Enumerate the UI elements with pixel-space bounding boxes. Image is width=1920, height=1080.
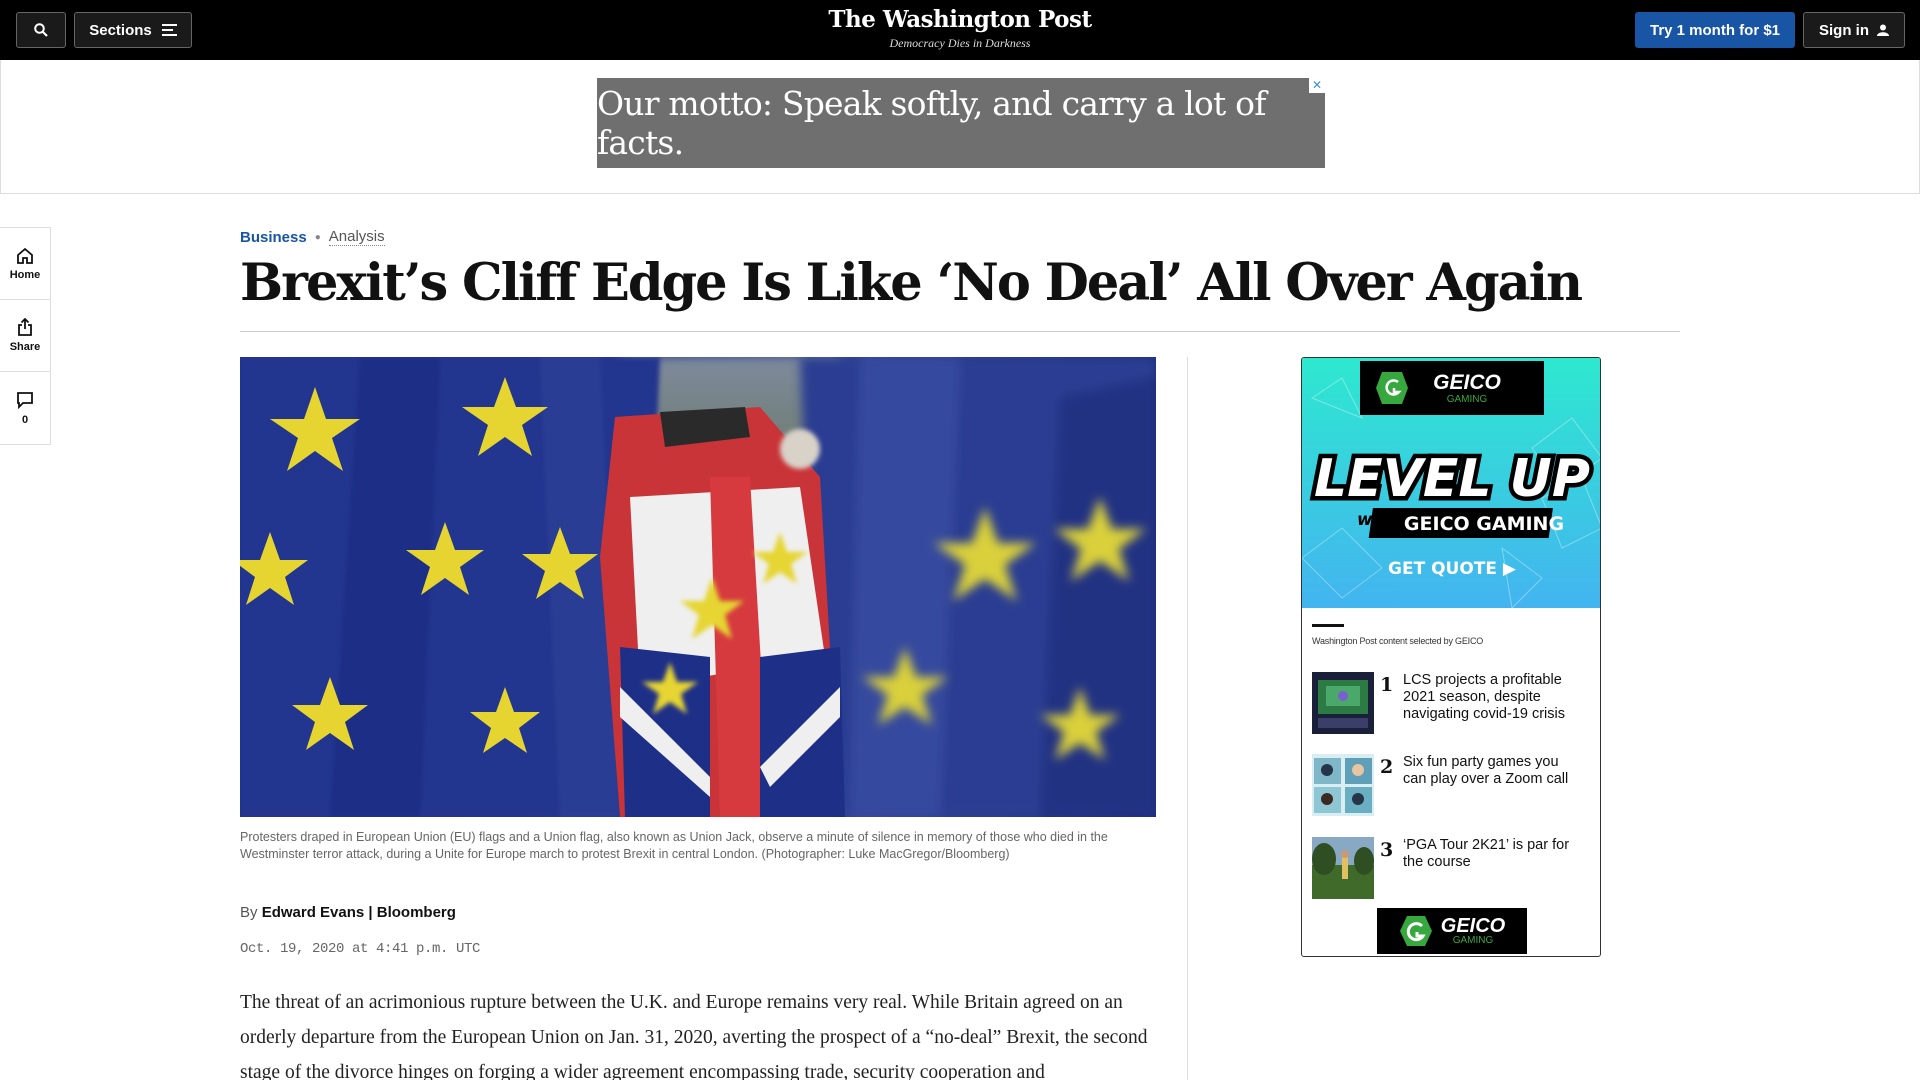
publish-date: Oct. 19, 2020 at 4:41 p.m. UTC [240,941,481,957]
ad-brand-text: GEICO [1433,371,1501,394]
share-label: Share [9,341,41,353]
geico-display-ad[interactable]: GEICO GAMING LEVEL UP with GEICO GAMING … [1302,358,1600,608]
sponsor-accent-bar [1312,624,1344,627]
sponsored-list-item[interactable]: 1 LCS projects a profitable 2021 season,… [1312,672,1592,734]
item-thumbnail [1312,754,1374,816]
geico-logo-icon [1399,916,1432,946]
geico-footer-logo[interactable]: GEICO GAMING [1377,908,1527,954]
footer-brand-text: GEICO [1440,915,1506,937]
banner-ad[interactable]: Our motto: Speak softly, and carry a lot… [597,78,1325,168]
item-thumbnail [1312,837,1374,899]
home-label: Home [9,268,41,281]
article-tool-rail: Home Share 0 [0,227,51,445]
article-kicker: Business ● Analysis [240,228,385,246]
hero-photo[interactable] [240,357,1156,817]
byline-prefix: By [240,904,258,921]
article-headline: Brexit’s Cliff Edge Is Like ‘No Deal’ Al… [240,253,1583,313]
share-button[interactable]: Share [0,300,50,372]
top-navigation-bar: Sections The Washington Post Democracy D… [0,0,1920,60]
section-link[interactable]: Business [240,229,307,246]
headline-divider [240,331,1680,332]
article-byline: By Edward Evans | Bloomberg [240,904,456,921]
sponsor-disclosure: Washington Post content selected by GEIC… [1312,636,1484,646]
geico-ad-artwork: GEICO GAMING LEVEL UP with GEICO GAMING … [1302,358,1600,608]
ad-headline-text: LEVEL UP [1314,449,1590,509]
user-icon [1877,24,1889,36]
home-icon [17,247,33,264]
hamburger-icon [161,24,177,36]
site-logo[interactable]: The Washington Post [760,6,1160,33]
subscribe-button[interactable]: Try 1 month for $1 [1635,12,1795,48]
ad-cta-text: GET QUOTE ▶ [1388,559,1517,579]
item-number: 2 [1380,756,1394,778]
kicker-separator: ● [314,231,321,243]
item-number: 3 [1380,839,1394,861]
site-tagline: Democracy Dies in Darkness [889,36,1031,50]
comment-count: 0 [21,413,29,426]
item-title[interactable]: LCS projects a profitable 2021 season, d… [1403,672,1583,723]
sign-in-button[interactable]: Sign in [1803,12,1905,48]
photo-caption: Protesters draped in European Union (EU)… [240,830,1108,861]
footer-brand-sub-text: GAMING [1452,935,1494,946]
sponsored-content-module: GEICO GAMING LEVEL UP with GEICO GAMING … [1301,357,1601,957]
item-number: 1 [1380,674,1394,696]
home-button[interactable]: Home [0,228,50,300]
article-body-paragraph: The threat of an acrimonious rupture bet… [240,992,1148,1080]
sign-in-label: Sign in [1819,21,1869,39]
comment-icon [17,391,33,409]
sponsored-list-item[interactable]: 2 Six fun party games you can play over … [1312,754,1592,816]
sponsored-list-item[interactable]: 3 ‘PGA Tour 2K21’ is par for the course [1312,837,1592,899]
ad-with-text: with [1357,510,1399,530]
hero-photo-image [240,357,1156,817]
ad-brand-sub-text: GAMING [1447,394,1488,405]
item-title[interactable]: ‘PGA Tour 2K21’ is par for the course [1403,837,1583,871]
author-name[interactable]: Edward Evans | Bloomberg [262,904,456,921]
masthead[interactable]: The Washington Post Democracy Dies in Da… [760,6,1160,51]
leaderboard-ad-slot: Our motto: Speak softly, and carry a lot… [0,60,1920,194]
ad-close-icon[interactable]: ✕ [1309,78,1325,93]
sections-label: Sections [89,21,152,39]
search-button[interactable] [16,12,66,48]
geico-logo [1376,372,1408,404]
share-icon [18,318,32,336]
analysis-label[interactable]: Analysis [328,228,385,246]
item-title[interactable]: Six fun party games you can play over a … [1403,754,1583,788]
search-icon [34,23,48,37]
item-thumbnail [1312,672,1374,734]
sections-menu-button[interactable]: Sections [74,12,192,48]
column-divider [1187,357,1188,1080]
comments-button[interactable]: 0 [0,372,50,444]
ad-product-text: GEICO GAMING [1404,513,1564,535]
banner-ad-text: Our motto: Speak softly, and carry a lot… [597,84,1266,162]
